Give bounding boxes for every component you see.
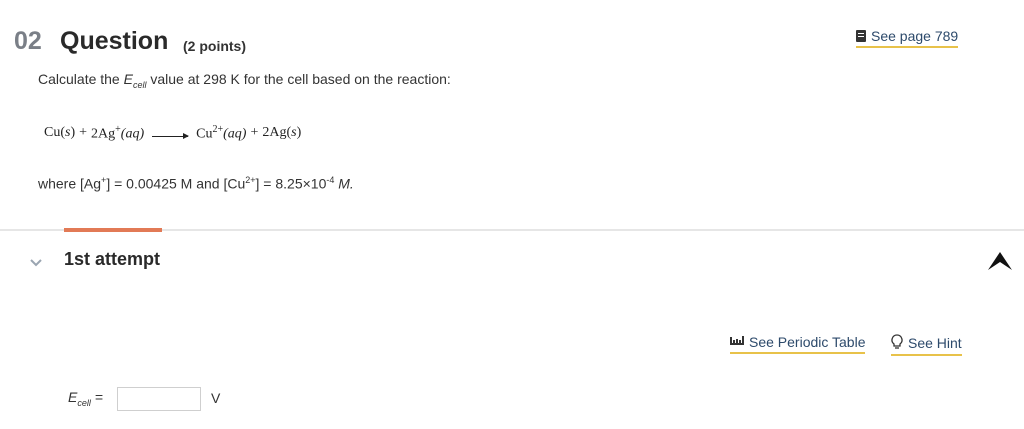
- question-number: 02: [14, 27, 42, 55]
- reaction-equation: Cu(s) + 2Ag+(aq) Cu2+(aq) + 2Ag(s): [44, 124, 302, 142]
- see-page-label: See page 789: [871, 28, 959, 44]
- hint-link[interactable]: See Hint: [891, 334, 962, 356]
- periodic-table-icon: [730, 334, 744, 350]
- unit-label: V: [211, 390, 221, 406]
- book-icon: [856, 30, 866, 42]
- question-points: (2 points): [183, 38, 246, 54]
- ecell-input[interactable]: [117, 387, 201, 411]
- question-title: Question: [60, 27, 169, 55]
- periodic-table-link[interactable]: See Periodic Table: [730, 334, 866, 354]
- hint-label: See Hint: [908, 335, 962, 351]
- collapse-chevron-icon[interactable]: [30, 254, 42, 270]
- lightbulb-icon: [891, 334, 903, 352]
- conditions-text: where [Ag+] = 0.00425 M and [Cu2+] = 8.2…: [38, 175, 354, 192]
- periodic-table-label: See Periodic Table: [749, 334, 866, 350]
- question-prompt: Calculate the Ecell value at 298 K for t…: [38, 71, 451, 90]
- flag-icon[interactable]: [986, 248, 1014, 277]
- attempt-label: 1st attempt: [64, 249, 161, 269]
- reaction-arrow-icon: [152, 132, 190, 139]
- divider-accent: [64, 228, 162, 232]
- see-page-link[interactable]: See page 789: [856, 28, 959, 48]
- ecell-label: Ecell =: [68, 389, 103, 408]
